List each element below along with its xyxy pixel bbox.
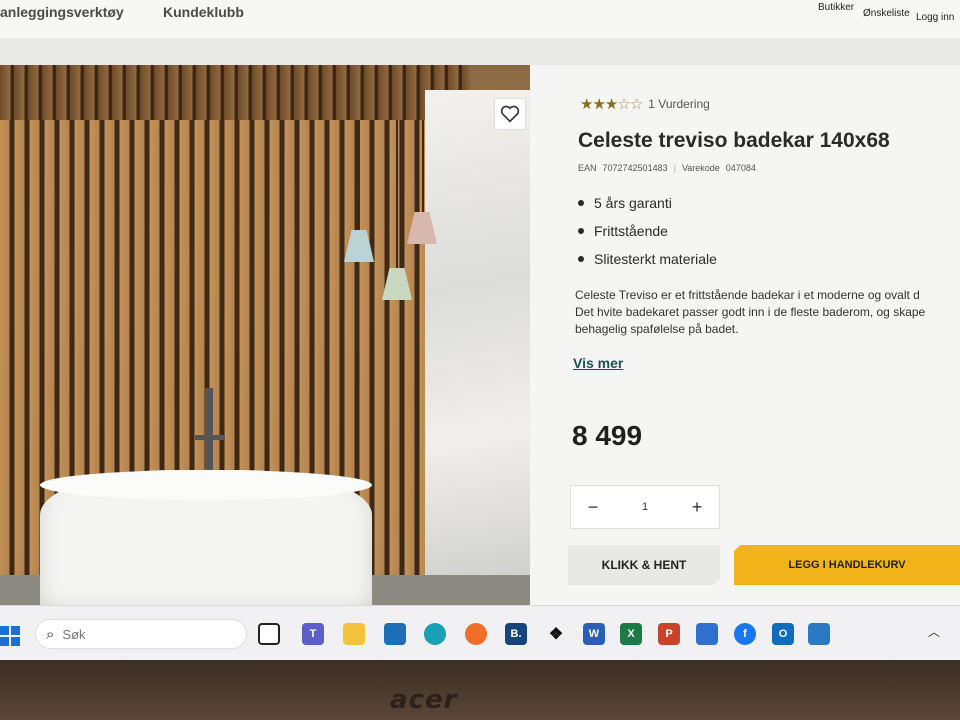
product-codes: EAN 7072742501483 | Varekode 047084	[578, 163, 756, 173]
nav-logg-inn[interactable]: Logg inn	[916, 12, 954, 23]
code-separator: |	[673, 163, 676, 173]
feature-text: Slitesterkt materiale	[594, 251, 717, 267]
screen: anleggingsverktøy Kundeklubb Butikker Øn…	[0, 0, 960, 660]
taskbar-search[interactable]: ⌕	[35, 619, 247, 649]
show-more-link[interactable]: Vis mer	[573, 355, 623, 371]
description-line: Det hvite badekaret passer godt inn i de…	[575, 305, 926, 319]
laptop-bezel	[0, 660, 960, 720]
varekode-value: 047084	[725, 163, 756, 173]
add-to-cart-button[interactable]: LEGG I HANDLEKURV	[734, 545, 960, 585]
rating-count[interactable]: 1 Vurdering	[648, 97, 710, 111]
tray-chevron-icon[interactable]: ︿	[928, 623, 940, 640]
quantity-increase-button[interactable]: +	[685, 497, 709, 518]
nav-butikker[interactable]: Butikker	[818, 2, 854, 13]
powerpoint-icon[interactable]: P	[658, 623, 680, 645]
bathtub-rim	[40, 470, 372, 500]
teams-icon[interactable]: T	[302, 623, 324, 645]
click-and-collect-button[interactable]: KLIKK & HENT	[568, 545, 720, 585]
top-nav: anleggingsverktøy Kundeklubb Butikker Øn…	[0, 0, 960, 40]
wood-ceiling	[0, 65, 470, 120]
b-app-icon[interactable]: B.	[505, 623, 527, 645]
dropbox-icon[interactable]: ❖	[545, 623, 567, 645]
quantity-value[interactable]: 1	[642, 501, 648, 513]
product-title: Celeste treviso badekar 140x68	[578, 129, 890, 152]
description-line: Celeste Treviso er et frittstående badek…	[575, 288, 920, 302]
search-icon: ⌕	[46, 625, 55, 643]
nav-link-anleggingsverktoy[interactable]: anleggingsverktøy	[0, 4, 124, 20]
windows-start-icon[interactable]	[0, 626, 20, 646]
lamp-cord	[358, 120, 360, 230]
star-empty-icon: ☆	[617, 96, 630, 113]
ean-label: EAN	[578, 163, 597, 173]
rating-stars: ★★★☆☆	[580, 95, 643, 113]
marble-wall	[425, 90, 530, 580]
lamp-cord	[396, 120, 398, 270]
quantity-stepper: − 1 +	[570, 485, 720, 529]
faucet	[205, 388, 213, 470]
varekode-label: Varekode	[681, 163, 720, 173]
star-empty-icon: ☆	[629, 96, 643, 113]
star-filled-icon: ★	[580, 96, 593, 113]
feature-text: Frittstående	[594, 223, 668, 239]
ean-value: 7072742501483	[602, 163, 668, 173]
brand-logo: acer	[390, 685, 458, 715]
description-line: behagelig spafølelse på badet.	[575, 322, 739, 336]
outlook-icon[interactable]: O	[772, 623, 794, 645]
task-view-icon[interactable]	[258, 623, 280, 645]
feature-list: 5 års garanti Frittstående Slitesterkt m…	[578, 195, 717, 279]
header-divider	[0, 38, 960, 66]
rating[interactable]: ★★★☆☆ 1 Vurdering	[580, 95, 710, 113]
feature-item: Slitesterkt materiale	[578, 251, 717, 267]
search-input[interactable]	[62, 626, 213, 642]
star-filled-icon: ★	[604, 96, 618, 113]
faucet-handle	[195, 435, 225, 440]
store-icon[interactable]	[384, 623, 406, 645]
bullet-icon	[578, 200, 584, 206]
excel-icon[interactable]: X	[620, 623, 642, 645]
quantity-decrease-button[interactable]: −	[581, 497, 605, 518]
feature-item: Frittstående	[578, 223, 717, 239]
bullet-icon	[578, 228, 584, 234]
product-image	[0, 65, 530, 610]
product-description: Celeste Treviso er et frittstående badek…	[575, 287, 960, 338]
firefox-icon[interactable]	[465, 623, 487, 645]
remote-desktop-icon[interactable]	[808, 623, 830, 645]
nav-onskeliste[interactable]: Ønskeliste	[863, 8, 910, 19]
star-filled-icon: ★	[592, 96, 605, 113]
edge-icon[interactable]	[424, 623, 446, 645]
lamp-cord	[422, 120, 424, 215]
feature-text: 5 års garanti	[594, 195, 672, 211]
file-explorer-icon[interactable]	[343, 623, 365, 645]
facebook-icon[interactable]: f	[734, 623, 756, 645]
snipping-tool-icon[interactable]	[696, 623, 718, 645]
word-icon[interactable]: W	[583, 623, 605, 645]
heart-icon	[500, 105, 520, 123]
feature-item: 5 års garanti	[578, 195, 717, 211]
wishlist-button[interactable]	[494, 98, 526, 130]
product-price: 8 499	[572, 420, 643, 451]
product-info: ★★★☆☆ 1 Vurdering Celeste treviso badeka…	[530, 65, 960, 610]
bullet-icon	[578, 256, 584, 262]
taskbar: ⌕ T B. ❖ W X P f O ︿	[0, 605, 960, 660]
nav-link-kundeklubb[interactable]: Kundeklubb	[163, 4, 244, 20]
